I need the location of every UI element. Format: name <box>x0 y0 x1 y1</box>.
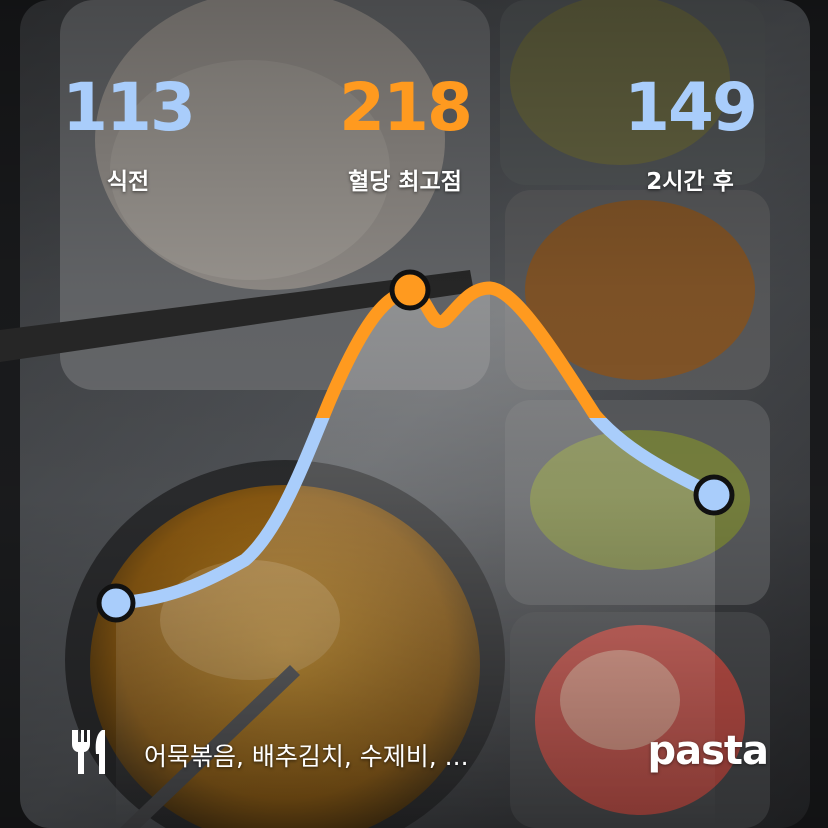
peak-value: 218 <box>339 69 473 146</box>
meal-footer: 어묵볶음, 배추김치, 수제비, ... pasta <box>68 728 769 776</box>
brand-logo: pasta <box>647 728 769 774</box>
stat-before-meal: 113 식전 <box>8 72 248 196</box>
before-meal-label: 식전 <box>106 169 150 195</box>
peak-label: 혈당 최고점 <box>348 169 462 195</box>
peak-marker <box>389 269 431 311</box>
stat-peak: 218 혈당 최고점 <box>285 72 525 196</box>
after-marker <box>693 474 735 516</box>
stat-after-2h: 149 2시간 후 <box>570 72 810 196</box>
after-2h-value: 149 <box>624 69 758 146</box>
fork-knife-icon <box>72 730 105 774</box>
meal-glucose-card: 113 식전 218 혈당 최고점 149 2시간 후 어묵볶음, 배추김치, … <box>0 0 828 828</box>
food-list: 어묵볶음, 배추김치, 수제비, ... <box>144 742 469 771</box>
after-2h-label: 2시간 후 <box>646 169 734 195</box>
before-meal-value: 113 <box>62 69 196 146</box>
before-marker <box>96 583 136 623</box>
